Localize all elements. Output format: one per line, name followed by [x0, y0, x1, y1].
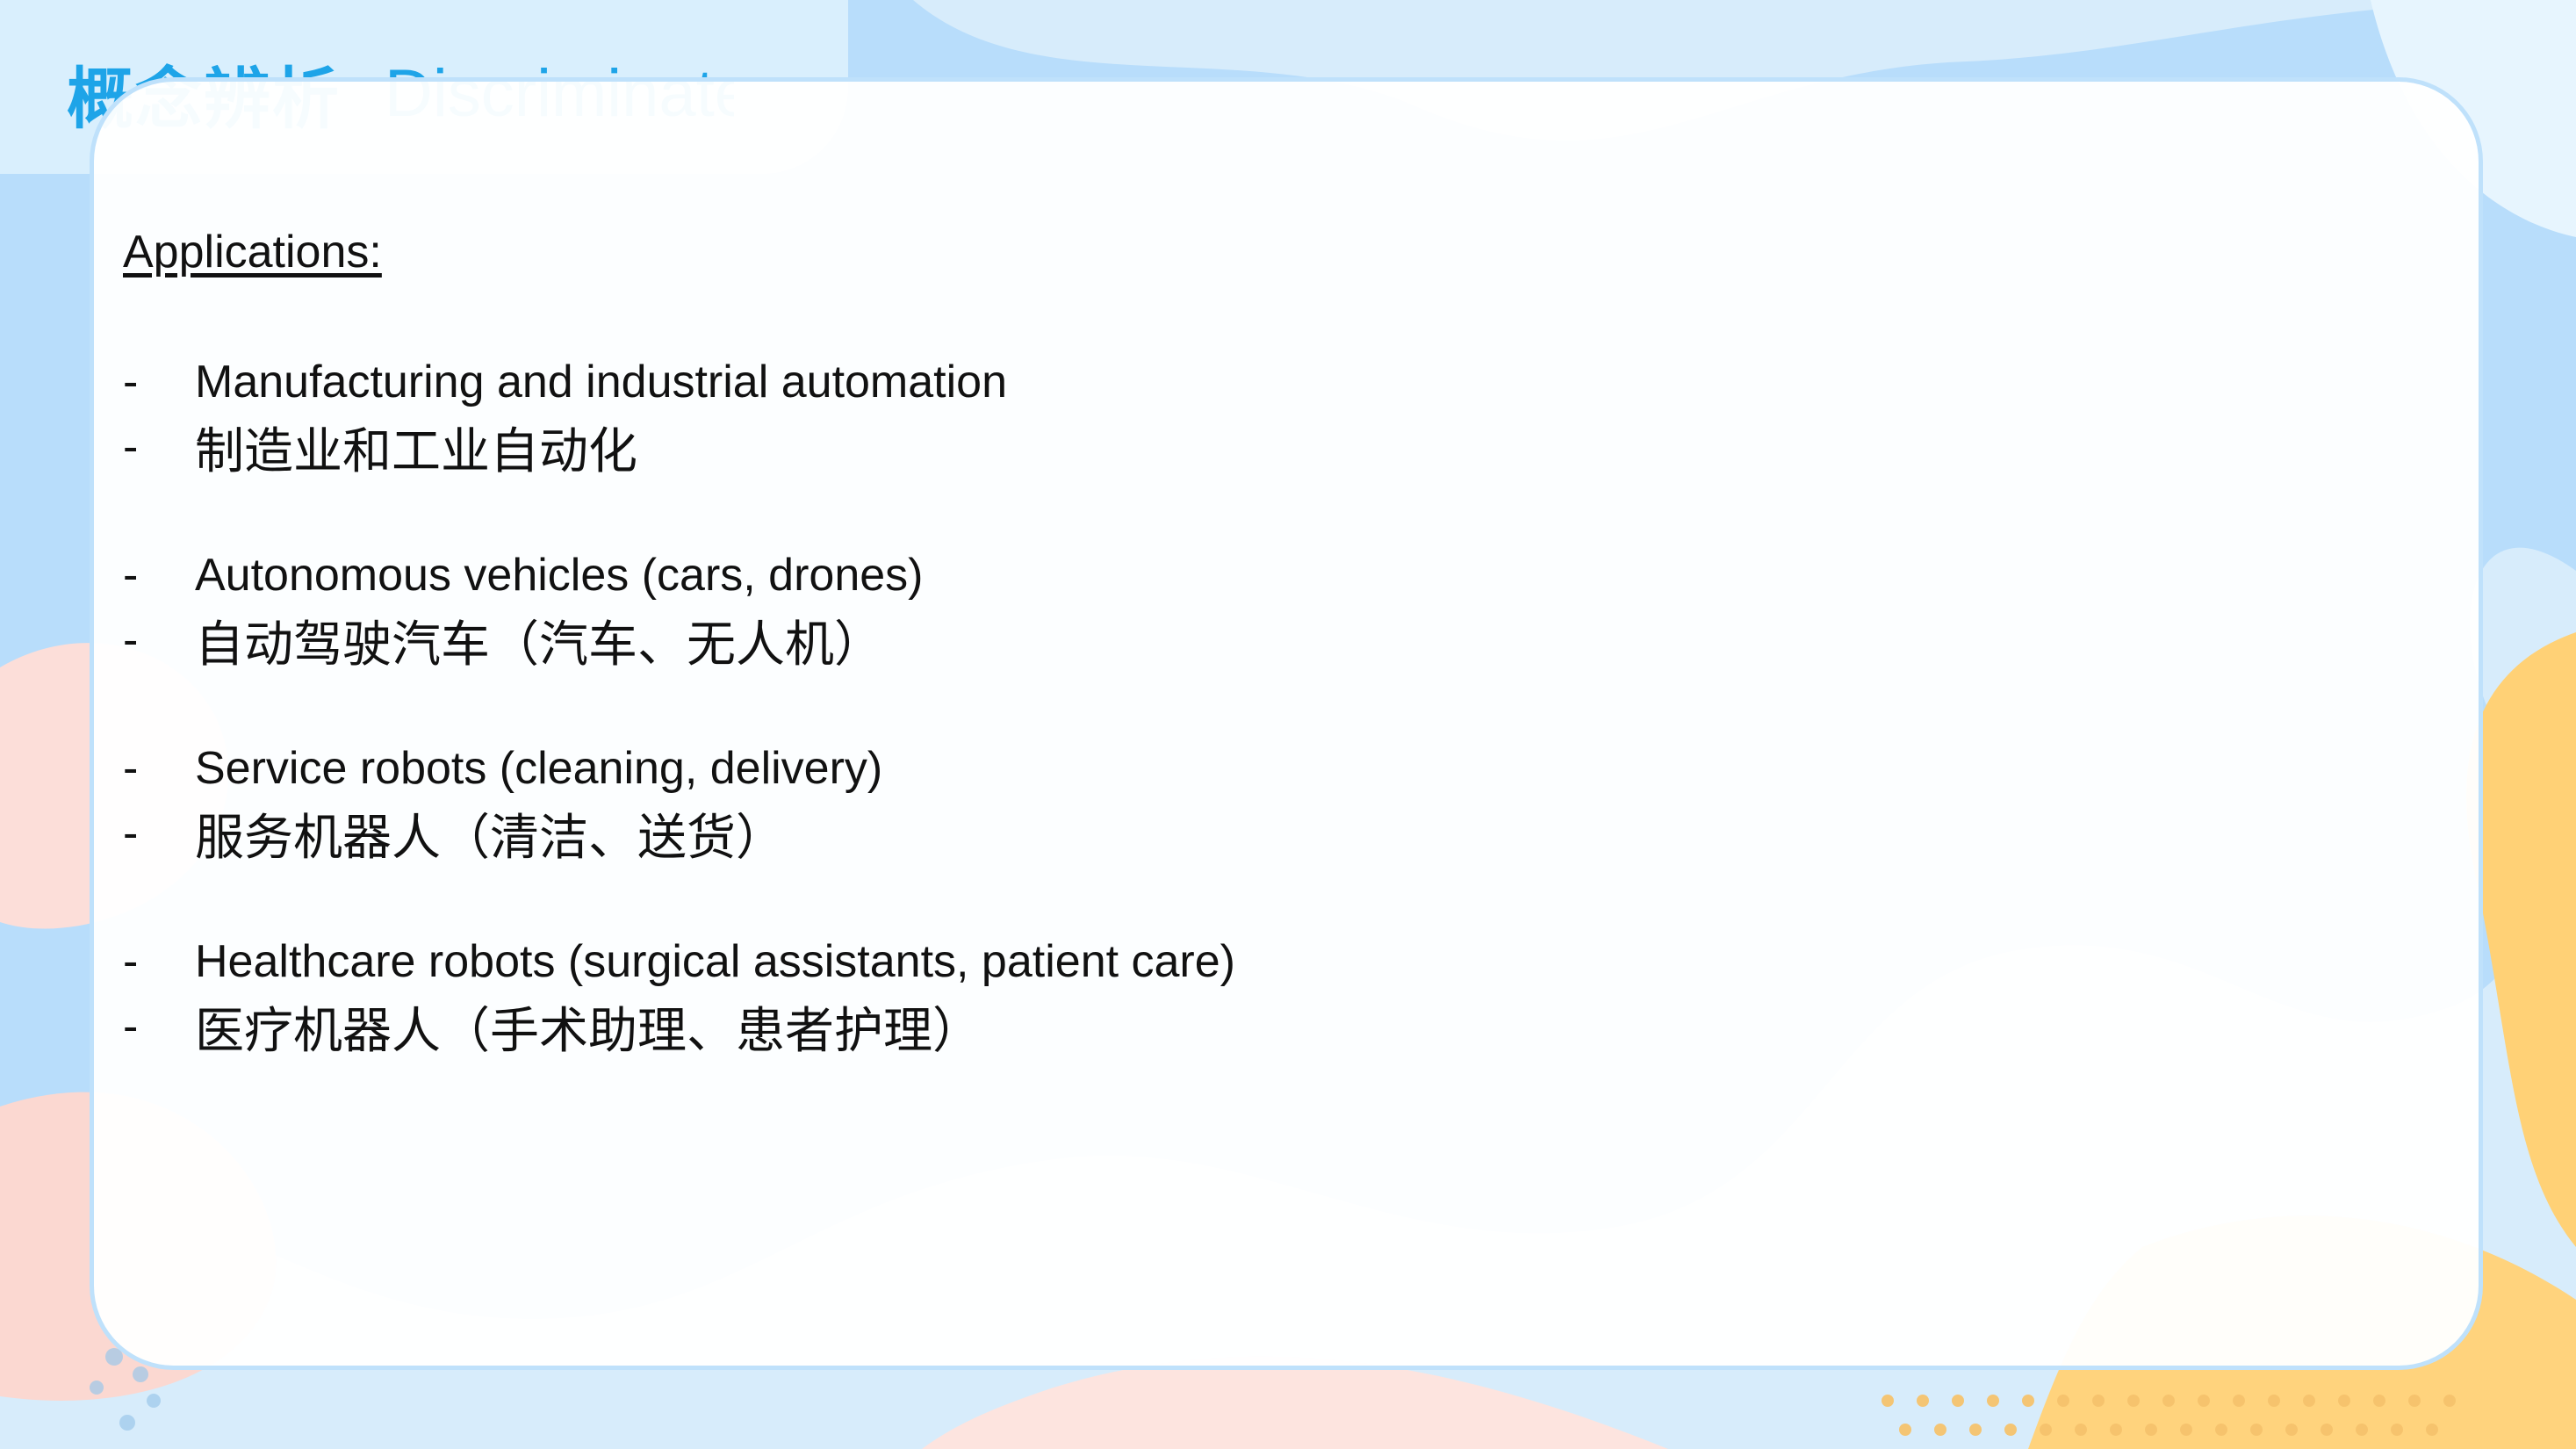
chinese-application-3: 服务机器人（清洁、送货） — [195, 809, 785, 867]
bullet-dash: - — [123, 550, 139, 601]
bullet-dash: - — [123, 1001, 139, 1052]
list-item: - Manufacturing and industrial automatio… — [123, 350, 2388, 415]
application-group-3: - Service robots (cleaning, delivery) - … — [123, 736, 2388, 867]
english-application-1: Manufacturing and industrial automation — [195, 357, 1008, 407]
application-group-4: - Healthcare robots (surgical assistants… — [123, 929, 2388, 1060]
list-item: - 自动驾驶汽车（汽车、无人机） — [123, 608, 2388, 674]
bullet-dash: - — [123, 615, 139, 666]
list-item: - Service robots (cleaning, delivery) — [123, 736, 2388, 801]
list-item: - Autonomous vehicles (cars, drones) — [123, 543, 2388, 608]
bullet-dash: - — [123, 357, 139, 407]
chinese-application-4: 医疗机器人（手术助理、患者护理） — [195, 1002, 982, 1060]
bullet-dash: - — [123, 422, 139, 472]
bullet-dash: - — [123, 936, 139, 987]
chinese-application-1: 制造业和工业自动化 — [195, 422, 637, 480]
applications-content: Applications: - Manufacturing and indust… — [123, 221, 2388, 1122]
bullet-dash: - — [123, 808, 139, 859]
application-group-2: - Autonomous vehicles (cars, drones) - 自… — [123, 543, 2388, 674]
list-item: - 服务机器人（清洁、送货） — [123, 801, 2388, 867]
list-item: - 制造业和工业自动化 — [123, 415, 2388, 480]
chinese-application-2: 自动驾驶汽车（汽车、无人机） — [195, 616, 883, 674]
list-item: - 医疗机器人（手术助理、患者护理） — [123, 994, 2388, 1060]
english-application-2: Autonomous vehicles (cars, drones) — [195, 550, 924, 601]
application-group-1: - Manufacturing and industrial automatio… — [123, 350, 2388, 480]
applications-heading: Applications: — [123, 227, 382, 278]
english-application-3: Service robots (cleaning, delivery) — [195, 743, 883, 794]
bullet-dash: - — [123, 743, 139, 794]
list-item: - Healthcare robots (surgical assistants… — [123, 929, 2388, 994]
english-application-4: Healthcare robots (surgical assistants, … — [195, 936, 1235, 987]
